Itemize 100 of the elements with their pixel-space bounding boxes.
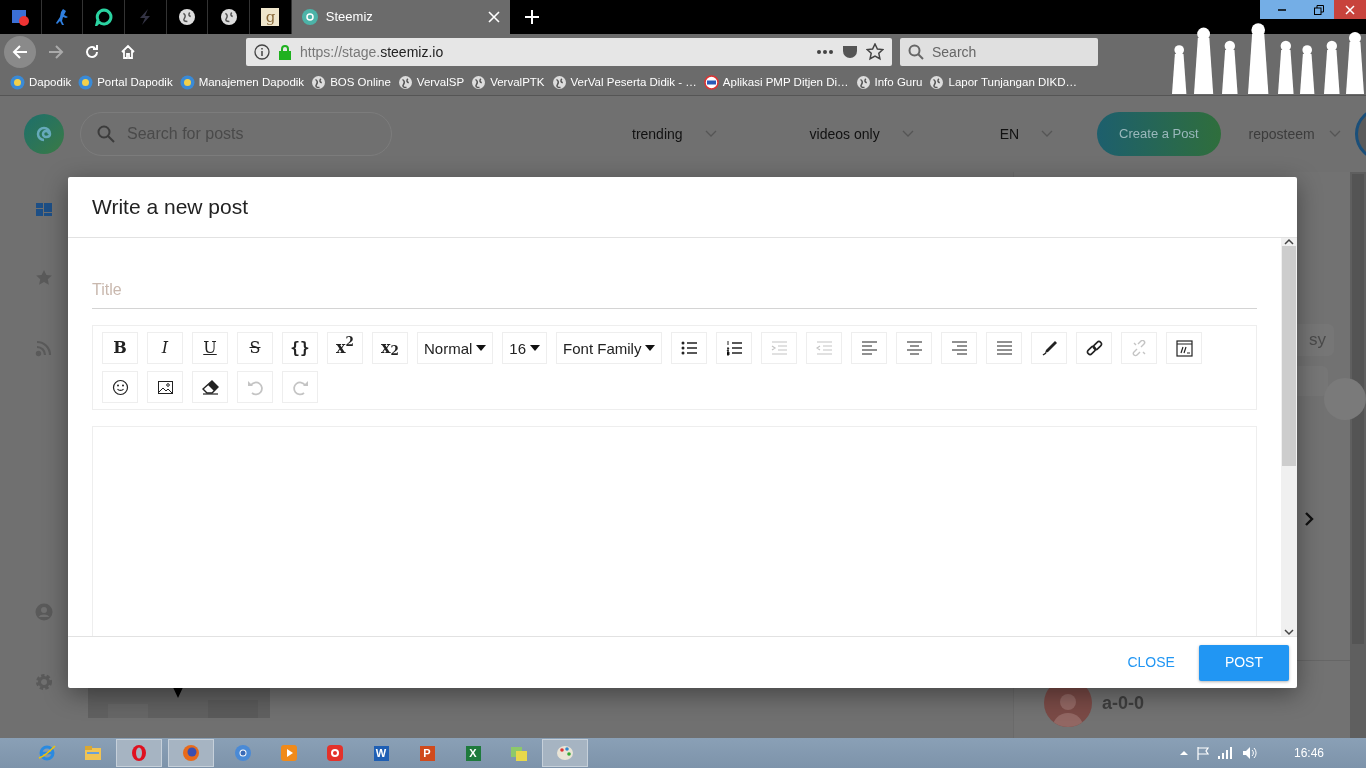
- bookmark-link[interactable]: BOS Online: [311, 73, 391, 92]
- browser-tab[interactable]: Steemiz: [291, 0, 510, 34]
- letter-icon: g: [261, 8, 280, 26]
- emblem-icon: [78, 75, 94, 90]
- smiley-button[interactable]: [102, 371, 138, 403]
- calendar-icon: [11, 8, 30, 26]
- globe-icon: [855, 75, 871, 90]
- underline-button[interactable]: U: [192, 332, 228, 364]
- clock-text[interactable]: 16:46: [1293, 744, 1324, 762]
- code-block-icon: [1175, 339, 1193, 357]
- filter-dropdown[interactable]: EN: [999, 123, 1054, 145]
- taskbar-button[interactable]: X: [450, 739, 496, 767]
- lock-icon: [278, 44, 292, 60]
- pen-button[interactable]: [1031, 332, 1068, 364]
- subscript-button[interactable]: x$_{2}$: [372, 332, 408, 364]
- superscript-button[interactable]: x$^{2}$: [327, 332, 363, 364]
- filter-dropdown[interactable]: videos only: [809, 123, 914, 145]
- align-right-button[interactable]: [941, 332, 978, 364]
- image-button[interactable]: [147, 371, 183, 403]
- folder-icon: [84, 744, 102, 762]
- forward-arrow-icon: [48, 44, 64, 60]
- ring-icon: [130, 744, 148, 762]
- taskbar-button[interactable]: W: [358, 739, 404, 767]
- close-icon: [1345, 4, 1355, 15]
- documents-icon: [510, 744, 528, 762]
- numbered-list-icon: [725, 339, 743, 357]
- plus-icon: [523, 9, 540, 25]
- play-icon: [280, 744, 298, 762]
- maximize-button[interactable]: [1304, 0, 1334, 19]
- bookmark-link[interactable]: VerVal Peserta Didik - …: [551, 73, 697, 92]
- dropdown-select[interactable]: Font Family: [556, 332, 663, 364]
- list-button[interactable]: [671, 332, 708, 364]
- eraser-icon: [201, 378, 219, 396]
- speaker-icon[interactable]: [1241, 746, 1258, 760]
- tray-arrow-icon[interactable]: [1179, 750, 1188, 756]
- caret-down-icon: [476, 345, 487, 351]
- search-field[interactable]: Search: [930, 40, 1090, 64]
- bookmark-link[interactable]: VervalSP: [397, 73, 465, 92]
- link-button[interactable]: [1076, 332, 1113, 364]
- globe-icon: [929, 75, 945, 90]
- caret-down-icon: [530, 345, 541, 351]
- chevron-down-icon: [1328, 130, 1341, 138]
- address-bar[interactable]: https://stage.steemiz.io: [246, 38, 892, 66]
- site-logo[interactable]: [24, 114, 64, 154]
- taskbar-button[interactable]: P: [404, 739, 450, 767]
- page-scrollbar[interactable]: [1350, 172, 1366, 738]
- bookmark-link[interactable]: Info Guru: [855, 73, 923, 92]
- caret-down-icon: [645, 345, 656, 351]
- bookmark-link[interactable]: Manajemen Dapodik: [179, 73, 305, 92]
- post-button[interactable]: POST: [1198, 644, 1289, 681]
- more-icon[interactable]: [816, 49, 834, 55]
- bookmark-link[interactable]: VervalPTK: [471, 73, 545, 92]
- search-box[interactable]: Search: [900, 38, 1098, 66]
- chevron-right-icon[interactable]: [1304, 511, 1314, 526]
- app-icon: W: [373, 745, 389, 761]
- eraser-button[interactable]: [192, 371, 228, 403]
- justify-icon: [995, 339, 1013, 357]
- link-icon: [1085, 339, 1103, 357]
- pocket-icon[interactable]: [842, 45, 858, 59]
- create-post-button[interactable]: Create a Post: [1097, 112, 1221, 156]
- close-button[interactable]: CLOSE: [1121, 651, 1181, 674]
- undo-icon: [246, 378, 264, 396]
- code-button[interactable]: {}: [282, 332, 318, 364]
- bookmark-link[interactable]: Portal Dapodik: [78, 73, 173, 92]
- bookmark-link[interactable]: Lapor Tunjangan DIKD…: [929, 73, 1077, 92]
- dropdown-select[interactable]: 16: [502, 332, 548, 364]
- app-icon: P: [419, 745, 435, 761]
- app-icon: X: [465, 745, 481, 761]
- search-icon: [97, 125, 115, 143]
- italic-button[interactable]: I: [147, 332, 183, 364]
- bookmark-link[interactable]: Dapodik: [10, 73, 72, 92]
- globe-icon: [178, 8, 197, 26]
- chevron-down-icon: [1041, 130, 1054, 138]
- reload-icon: [84, 44, 100, 60]
- close-window-button[interactable]: [1334, 0, 1366, 19]
- back-button[interactable]: [4, 36, 36, 68]
- code-block-button[interactable]: [1166, 332, 1203, 364]
- flag-icon[interactable]: [1195, 746, 1210, 760]
- justify-button[interactable]: [986, 332, 1023, 364]
- dialog-scrollbar[interactable]: [1281, 238, 1297, 636]
- dropdown-select[interactable]: Normal: [417, 332, 494, 364]
- taskbar-button[interactable]: [116, 739, 162, 767]
- chevron-down-icon: [901, 130, 914, 138]
- numbered-list-button[interactable]: [716, 332, 753, 364]
- taskbar-button[interactable]: [168, 739, 214, 767]
- close-icon[interactable]: [487, 11, 500, 23]
- star-icon[interactable]: [35, 269, 53, 287]
- strikethrough-button[interactable]: S: [237, 332, 273, 364]
- bold-button[interactable]: B: [102, 332, 138, 364]
- indent-icon: [770, 339, 788, 357]
- globe-icon: [551, 75, 567, 90]
- align-center-icon: [905, 339, 923, 357]
- star-icon[interactable]: [866, 43, 884, 61]
- filter-dropdown[interactable]: trending: [632, 123, 717, 145]
- align-center-button[interactable]: [896, 332, 933, 364]
- dashboard-icon[interactable]: [35, 201, 53, 219]
- list-icon: [680, 339, 698, 357]
- bookmark-link[interactable]: Aplikasi PMP Ditjen Di…: [703, 73, 849, 92]
- signal-icon[interactable]: [1217, 747, 1234, 759]
- align-left-button[interactable]: [851, 332, 888, 364]
